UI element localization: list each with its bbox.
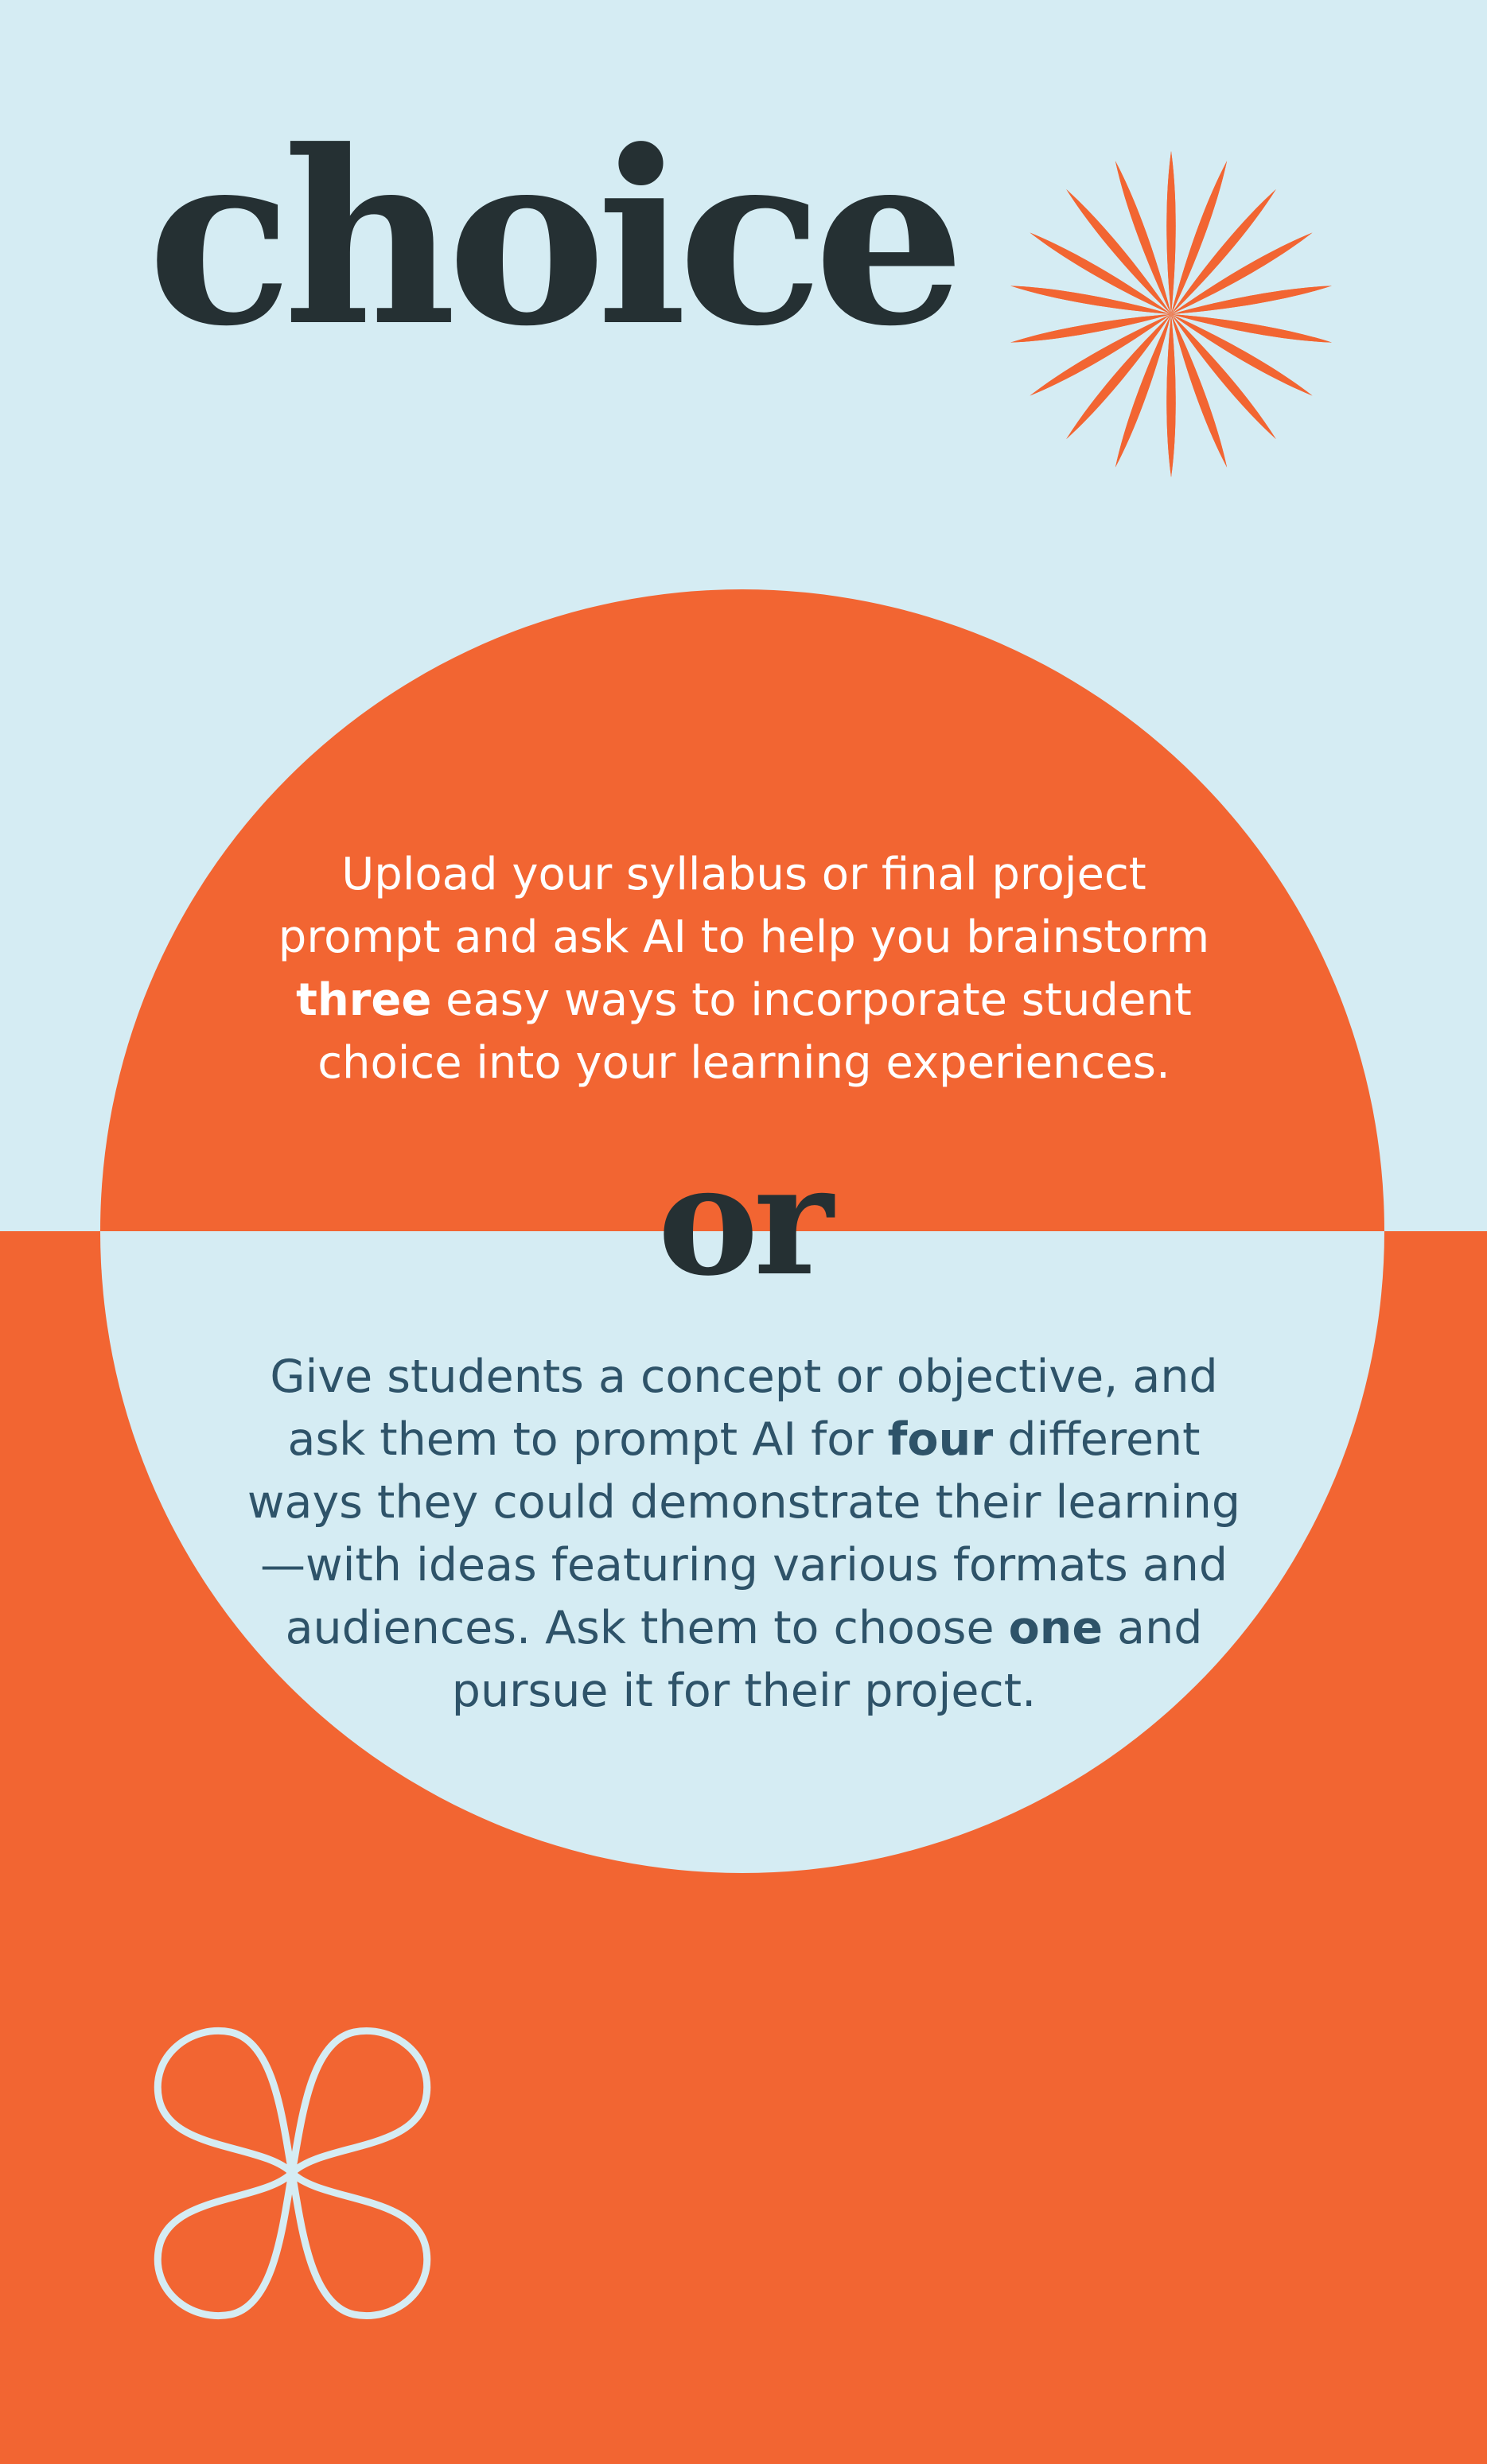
bottom-text-line-1: Give students a concept or objective, an…	[270, 1351, 1218, 1403]
top-text-line-3: easy ways to incorporate student	[431, 974, 1192, 1026]
sunburst-ray	[1115, 161, 1171, 314]
bottom-text-line-6: pursue it for their project.	[451, 1665, 1037, 1717]
emphasis-one: one	[1008, 1602, 1104, 1654]
emphasis-four: four	[887, 1413, 994, 1466]
sunburst-ray	[1166, 151, 1176, 314]
four-petal-flower-icon	[154, 2027, 431, 2319]
bottom-text-line-2-pre: ask them to prompt AI for	[287, 1413, 888, 1466]
sunburst-icon	[1010, 151, 1332, 477]
sunburst-ray	[1166, 314, 1176, 477]
emphasis-three: three	[296, 974, 432, 1026]
sunburst-ray	[1115, 314, 1171, 468]
bottom-text-line-5-post: and	[1103, 1602, 1203, 1654]
sunburst-ray	[1171, 161, 1228, 314]
top-text-line-2: prompt and ask AI to help you brainstorm	[278, 911, 1210, 963]
top-text-line-1: Upload your syllabus or final project	[341, 849, 1146, 900]
top-text-line-4: choice into your learning experiences.	[317, 1037, 1170, 1089]
bottom-text-line-2-post: different	[993, 1413, 1201, 1466]
top-instruction-text: Upload your syllabus or final project pr…	[239, 843, 1249, 1094]
bottom-text-line-3: ways they could demonstrate their learni…	[247, 1476, 1241, 1529]
bottom-text-line-4: —with ideas featuring various formats an…	[259, 1539, 1228, 1591]
or-separator: or	[657, 1132, 834, 1309]
bottom-text-line-5-pre: audiences. Ask them to choose	[285, 1602, 1009, 1654]
sunburst-ray	[1171, 314, 1228, 468]
page-title: choice	[147, 98, 965, 379]
bottom-instruction-text: Give students a concept or objective, an…	[239, 1346, 1249, 1723]
